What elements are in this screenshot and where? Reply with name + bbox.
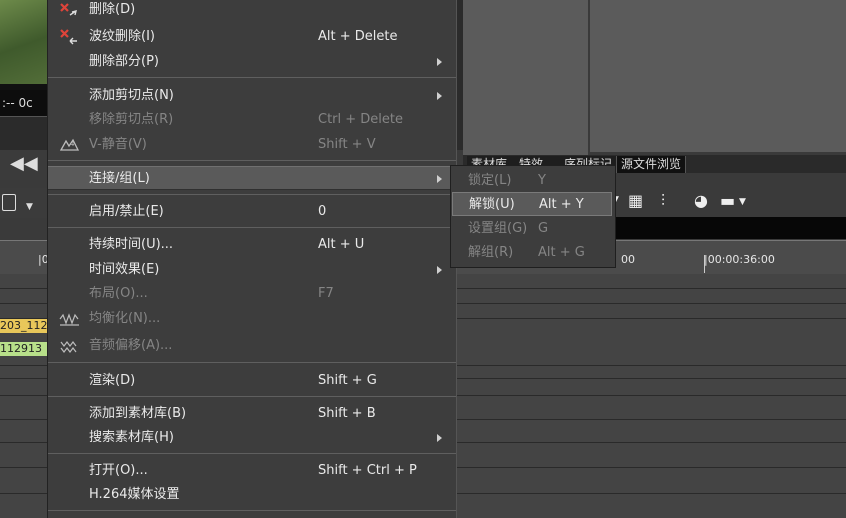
menu-item-delete[interactable]: 删除(D) — [48, 0, 456, 22]
delete-icon — [58, 2, 82, 18]
menu-item-h264-settings[interactable]: H.264媒体设置 — [48, 483, 456, 507]
context-menu: 删除(D) 波纹删除(I) Alt + Delete 删除部分(P) 添加剪切点… — [47, 0, 457, 518]
equalize-icon — [58, 311, 82, 327]
new-file-icon[interactable] — [2, 194, 16, 211]
submenu-item-set-group[interactable]: 设置组(G) G — [451, 217, 615, 241]
ruler-label: 00 — [621, 253, 635, 266]
submenu-arrow-icon — [437, 92, 442, 100]
timeline-clip[interactable]: 203_112 — [0, 319, 48, 333]
menu-item-delete-part[interactable]: 删除部分(P) — [48, 50, 456, 74]
menu-item-audio-offset[interactable]: 音频偏移(A)... — [48, 334, 456, 358]
menu-separator — [48, 227, 456, 228]
recorder-panel — [463, 0, 590, 156]
menu-item-equalize[interactable]: 均衡化(N)... — [48, 307, 456, 331]
menu-item-time-effect[interactable]: 时间效果(E) — [48, 258, 456, 282]
menu-separator — [48, 160, 456, 161]
menu-item-add-cut-point[interactable]: 添加剪切点(N) — [48, 84, 456, 108]
menu-item-add-to-bin[interactable]: 添加到素材库(B) Shift + B — [48, 402, 456, 426]
mixer-icon[interactable]: ⫶ — [661, 191, 665, 211]
chevron-down-icon[interactable]: ▼ — [26, 202, 33, 212]
menu-item-render[interactable]: 渲染(D) Shift + G — [48, 369, 456, 393]
submenu-item-unlock[interactable]: 解锁(U) Alt + Y — [452, 192, 612, 216]
menu-item-open[interactable]: 打开(O)... Shift + Ctrl + P — [48, 459, 456, 483]
submenu-arrow-icon — [437, 434, 442, 442]
mute-icon: 4 — [58, 137, 82, 153]
menu-item-v-mute[interactable]: 4 V-静音(V) Shift + V — [48, 133, 456, 157]
ruler-label: |00:00:36:00 — [704, 253, 775, 266]
svg-text:4: 4 — [70, 140, 75, 148]
menu-separator — [48, 396, 456, 397]
audio-offset-icon — [58, 338, 82, 354]
menu-separator — [48, 362, 456, 363]
menu-item-enable-disable[interactable]: 启用/禁止(E) 0 — [48, 200, 456, 224]
video-preview — [0, 0, 48, 90]
submenu-arrow-icon — [437, 58, 442, 66]
timecode-display: :-- 0c — [0, 90, 48, 116]
submenu-arrow-icon — [437, 175, 442, 183]
menu-item-ripple-delete[interactable]: 波纹删除(I) Alt + Delete — [48, 25, 456, 49]
color-wheel-icon[interactable]: ◕ — [694, 191, 708, 210]
bin-panel — [590, 0, 846, 152]
menu-separator — [48, 453, 456, 454]
menu-item-duration[interactable]: 持续时间(U)... Alt + U — [48, 233, 456, 257]
link-group-submenu: 锁定(L) Y 解锁(U) Alt + Y 设置组(G) G 解组(R) Alt… — [450, 165, 616, 268]
rewind-icon: ◀◀ — [10, 153, 38, 174]
submenu-item-lock[interactable]: 锁定(L) Y — [451, 169, 615, 193]
timeline-toolbar-right: ▼ ▦ ⫶ ◕ ▬ ▼ — [612, 185, 846, 217]
chevron-down-icon[interactable]: ▼ — [739, 197, 746, 207]
menu-item-layout[interactable]: 布局(O)... F7 — [48, 282, 456, 306]
menu-item-remove-cut-point[interactable]: 移除剪切点(R) Ctrl + Delete — [48, 108, 456, 132]
timeline-toolbar-left: ▼ — [0, 188, 48, 218]
submenu-arrow-icon — [437, 266, 442, 274]
submenu-item-ungroup[interactable]: 解组(R) Alt + G — [451, 241, 615, 265]
menu-item-search-bin[interactable]: 搜索素材库(H) — [48, 426, 456, 450]
tab-source-browser[interactable]: 源文件浏览 — [617, 156, 687, 173]
timeline-clip[interactable]: 112913 — [0, 342, 48, 356]
menu-separator — [48, 194, 456, 195]
grid-icon[interactable]: ▦ — [628, 191, 643, 210]
preview-controls-area — [0, 116, 48, 151]
menu-separator — [48, 510, 456, 511]
menu-item-link-group[interactable]: 连接/组(L) — [48, 166, 456, 190]
menu-separator — [48, 77, 456, 78]
layout-icon[interactable]: ▬ — [720, 191, 735, 210]
ripple-delete-icon — [58, 29, 82, 45]
rewind-button[interactable]: ◀◀ — [0, 150, 48, 180]
